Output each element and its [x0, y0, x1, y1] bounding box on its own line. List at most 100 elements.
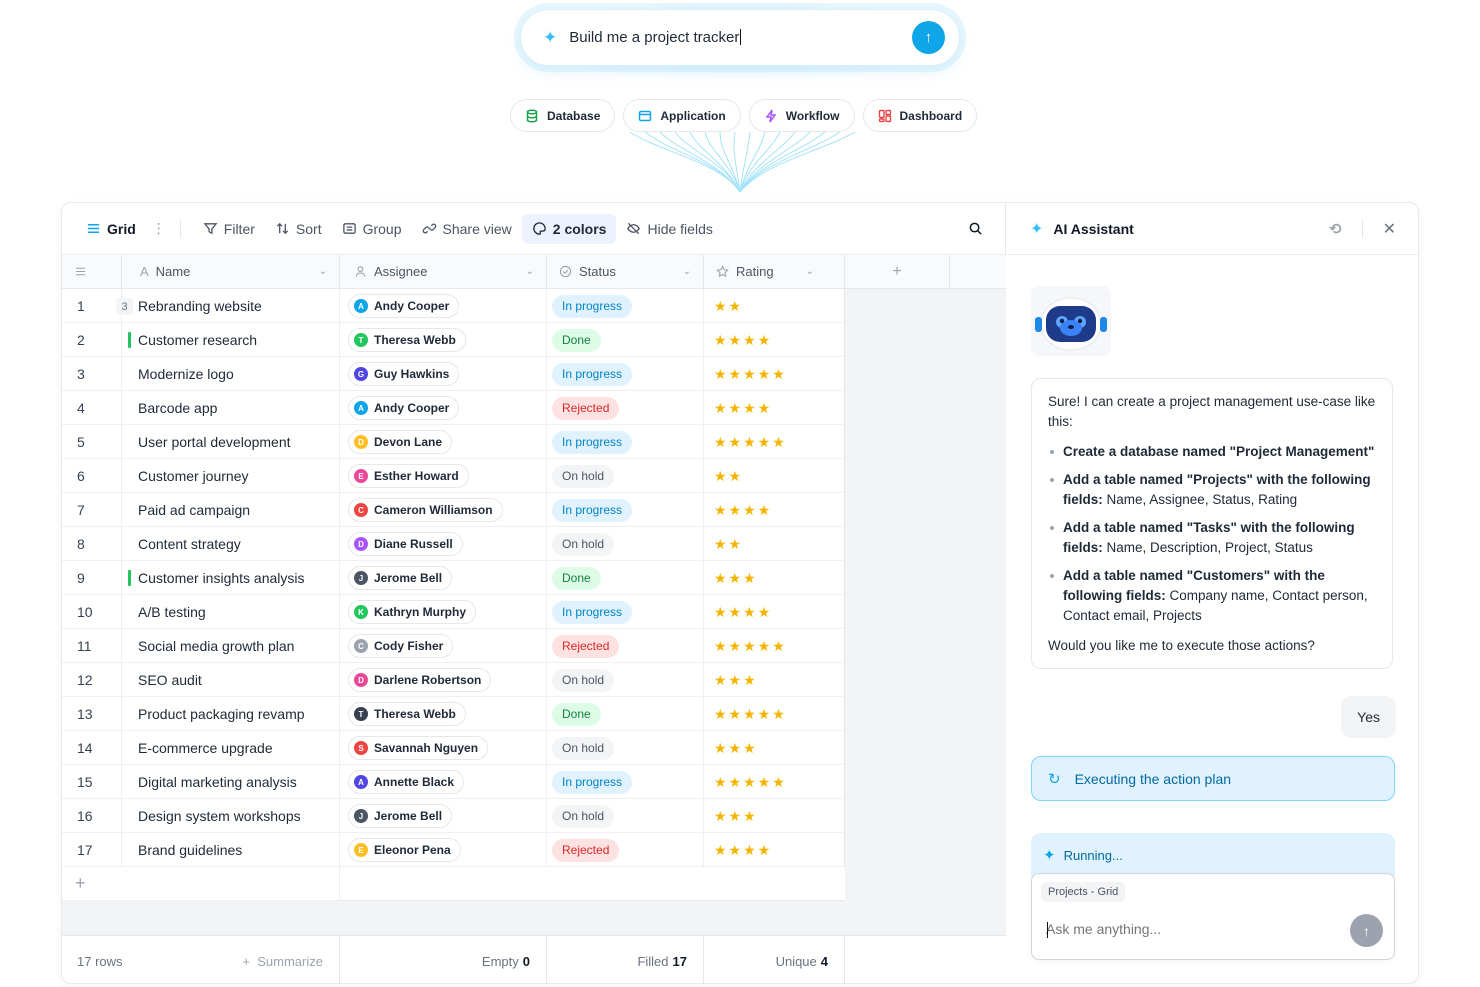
name-cell[interactable]: Content strategy: [122, 527, 340, 561]
status-cell[interactable]: In progress: [547, 493, 704, 527]
name-cell[interactable]: Customer research: [122, 323, 340, 357]
table-row[interactable]: 6 Customer journey E Esther Howard On hold ★★: [62, 459, 845, 493]
name-cell[interactable]: Paid ad campaign: [122, 493, 340, 527]
name-cell[interactable]: Product packaging revamp: [122, 697, 340, 731]
chat-input-box[interactable]: Projects - Grid ↑: [1031, 873, 1395, 960]
rating-cell[interactable]: ★★★★: [704, 391, 845, 425]
rating-cell[interactable]: ★★★★★: [704, 629, 845, 663]
assignee-chip[interactable]: D Darlene Robertson: [348, 668, 492, 692]
table-row[interactable]: 8 Content strategy D Diane Russell On hold ★★: [62, 527, 845, 561]
summary-empty[interactable]: Empty 0: [340, 936, 547, 983]
table-row[interactable]: 12 SEO audit D Darlene Robertson On hold ★★★: [62, 663, 845, 697]
table-row[interactable]: 14 E-commerce upgrade S Savannah Nguyen On h…: [62, 731, 845, 765]
chevron-down-icon[interactable]: ⌄: [683, 266, 691, 277]
summary-unique[interactable]: Unique 4: [704, 936, 845, 983]
name-cell[interactable]: SEO audit: [122, 663, 340, 697]
column-header-name[interactable]: A Name ⌄: [122, 255, 340, 288]
assignee-chip[interactable]: J Jerome Bell: [348, 804, 453, 828]
rating-cell[interactable]: ★★★★: [704, 595, 845, 629]
row-number-header[interactable]: [62, 255, 122, 288]
name-cell[interactable]: Modernize logo: [122, 357, 340, 391]
table-row[interactable]: 4 Barcode app A Andy Cooper Rejected ★★★★: [62, 391, 845, 425]
assignee-cell[interactable]: E Eleonor Pena: [340, 833, 547, 867]
chip-database[interactable]: Database: [510, 99, 616, 132]
table-row[interactable]: 17 Brand guidelines E Eleonor Pena Rejected ★…: [62, 833, 845, 867]
status-cell[interactable]: Rejected: [547, 629, 704, 663]
assignee-chip[interactable]: T Theresa Webb: [348, 328, 466, 352]
rating-cell[interactable]: ★★: [704, 459, 845, 493]
column-header-status[interactable]: Status ⌄: [547, 255, 704, 288]
assignee-chip[interactable]: G Guy Hawkins: [348, 362, 460, 386]
filter-button[interactable]: Filter: [193, 214, 265, 244]
status-cell[interactable]: Rejected: [547, 833, 704, 867]
status-cell[interactable]: Done: [547, 697, 704, 731]
add-column-button[interactable]: +: [845, 255, 950, 289]
add-row-button[interactable]: +: [62, 867, 340, 901]
assignee-chip[interactable]: T Theresa Webb: [348, 702, 466, 726]
search-button[interactable]: [958, 214, 993, 243]
assignee-chip[interactable]: A Andy Cooper: [348, 294, 460, 318]
status-cell[interactable]: On hold: [547, 799, 704, 833]
context-tag[interactable]: Projects - Grid: [1041, 882, 1126, 902]
chevron-down-icon[interactable]: ⌄: [319, 266, 327, 277]
name-cell[interactable]: Digital marketing analysis: [122, 765, 340, 799]
table-row[interactable]: 3 Modernize logo G Guy Hawkins In progress ★★…: [62, 357, 845, 391]
table-row[interactable]: 9 Customer insights analysis J Jerome Bell D…: [62, 561, 845, 595]
assignee-cell[interactable]: A Andy Cooper: [340, 289, 547, 323]
assignee-cell[interactable]: C Cody Fisher: [340, 629, 547, 663]
status-cell[interactable]: On hold: [547, 459, 704, 493]
assignee-chip[interactable]: D Diane Russell: [348, 532, 463, 556]
assignee-chip[interactable]: C Cody Fisher: [348, 634, 454, 658]
assignee-cell[interactable]: J Jerome Bell: [340, 799, 547, 833]
sort-button[interactable]: Sort: [265, 214, 332, 244]
rating-cell[interactable]: ★★★★★: [704, 697, 845, 731]
colors-button[interactable]: 2 colors: [521, 213, 617, 244]
view-switcher[interactable]: Grid: [84, 214, 146, 244]
prompt-text[interactable]: Build me a project tracker: [569, 29, 912, 46]
name-cell[interactable]: Social media growth plan: [122, 629, 340, 663]
summary-filled[interactable]: Filled 17: [547, 936, 704, 983]
assignee-cell[interactable]: K Kathryn Murphy: [340, 595, 547, 629]
table-row[interactable]: 1 3 Rebranding website A Andy Cooper In progr…: [62, 289, 845, 323]
group-button[interactable]: Group: [332, 214, 412, 244]
table-row[interactable]: 5 User portal development D Devon Lane In pr…: [62, 425, 845, 459]
assignee-chip[interactable]: D Devon Lane: [348, 430, 453, 454]
assignee-cell[interactable]: A Annette Black: [340, 765, 547, 799]
rating-cell[interactable]: ★★★★: [704, 833, 845, 867]
table-row[interactable]: 13 Product packaging revamp T Theresa Webb D…: [62, 697, 845, 731]
column-header-rating[interactable]: Rating ⌄: [704, 255, 845, 288]
hide-fields-button[interactable]: Hide fields: [616, 214, 722, 244]
table-row[interactable]: 15 Digital marketing analysis A Annette Bla…: [62, 765, 845, 799]
status-cell[interactable]: Done: [547, 323, 704, 357]
assignee-chip[interactable]: C Cameron Williamson: [348, 498, 503, 522]
rating-cell[interactable]: ★★★: [704, 561, 845, 595]
chat-input[interactable]: [1046, 921, 1326, 937]
table-row[interactable]: 10 A/B testing K Kathryn Murphy In progress ★…: [62, 595, 845, 629]
chip-application[interactable]: Application: [623, 99, 741, 132]
rating-cell[interactable]: ★★★: [704, 799, 845, 833]
name-cell[interactable]: Brand guidelines: [122, 833, 340, 867]
assignee-cell[interactable]: D Diane Russell: [340, 527, 547, 561]
rating-cell[interactable]: ★★★★★: [704, 425, 845, 459]
assignee-chip[interactable]: A Andy Cooper: [348, 396, 460, 420]
close-icon[interactable]: ✕: [1383, 219, 1396, 239]
name-cell[interactable]: User portal development: [122, 425, 340, 459]
column-header-assignee[interactable]: Assignee ⌄: [340, 255, 547, 288]
assignee-cell[interactable]: C Cameron Williamson: [340, 493, 547, 527]
status-cell[interactable]: In progress: [547, 765, 704, 799]
status-cell[interactable]: On hold: [547, 731, 704, 765]
assignee-cell[interactable]: T Theresa Webb: [340, 697, 547, 731]
chat-send-button[interactable]: ↑: [1350, 914, 1383, 947]
assignee-chip[interactable]: E Eleonor Pena: [348, 838, 461, 862]
summarize-button[interactable]: + Summarize: [242, 954, 323, 969]
status-cell[interactable]: On hold: [547, 663, 704, 697]
status-cell[interactable]: In progress: [547, 357, 704, 391]
assignee-cell[interactable]: T Theresa Webb: [340, 323, 547, 357]
table-row[interactable]: 7 Paid ad campaign C Cameron Williamson In p…: [62, 493, 845, 527]
chip-workflow[interactable]: Workflow: [748, 99, 855, 132]
name-cell[interactable]: 3 Rebranding website: [116, 289, 340, 323]
assignee-chip[interactable]: A Annette Black: [348, 770, 465, 794]
status-cell[interactable]: In progress: [547, 595, 704, 629]
status-cell[interactable]: In progress: [547, 289, 704, 323]
more-options-icon[interactable]: ⋮: [152, 220, 166, 237]
